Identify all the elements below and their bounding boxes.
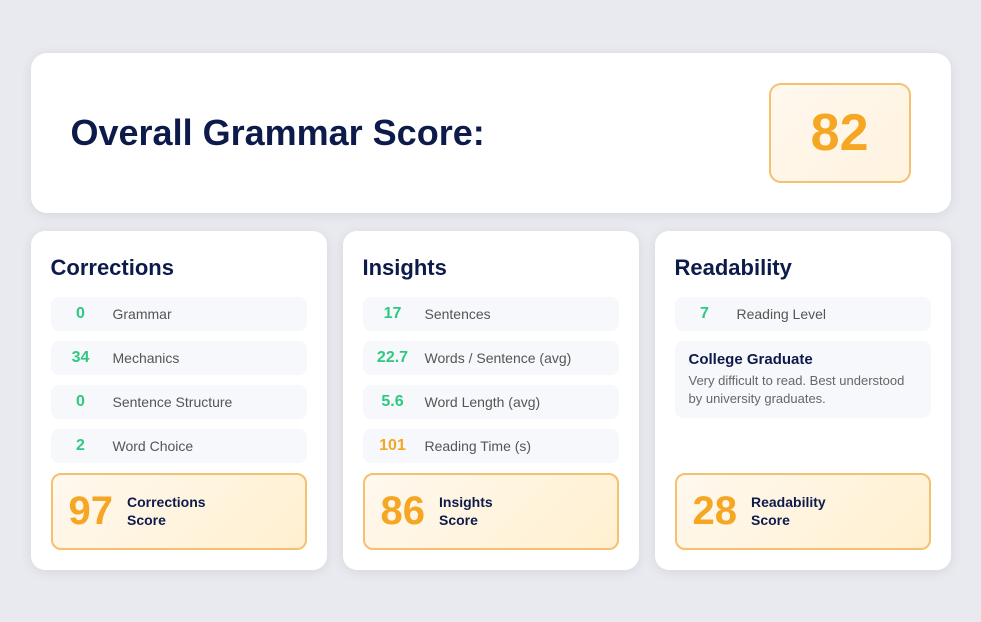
corrections-grammar-label: Grammar <box>113 306 172 322</box>
readability-college-desc: Very difficult to read. Best understood … <box>689 372 917 408</box>
columns-container: Corrections 0 Grammar 34 Mechanics 0 Sen… <box>31 231 951 570</box>
corrections-wordchoice-number: 2 <box>63 437 99 455</box>
corrections-score-footer: 97 Corrections Score <box>51 473 307 550</box>
insights-reading-time-number: 101 <box>375 437 411 455</box>
overall-score-card: Overall Grammar Score: 82 <box>31 53 951 213</box>
corrections-wordchoice-row: 2 Word Choice <box>51 429 307 463</box>
readability-level-number: 7 <box>687 305 723 323</box>
corrections-grammar-row: 0 Grammar <box>51 297 307 331</box>
insights-card: Insights 17 Sentences 22.7 Words / Sente… <box>343 231 639 570</box>
insights-words-per-sentence-label: Words / Sentence (avg) <box>425 350 572 366</box>
insights-word-length-number: 5.6 <box>375 393 411 411</box>
insights-word-length-label: Word Length (avg) <box>425 394 541 410</box>
insights-score-footer: 86 Insights Score <box>363 473 619 550</box>
corrections-title: Corrections <box>51 255 307 281</box>
readability-college-row: College Graduate Very difficult to read.… <box>675 341 931 418</box>
corrections-mechanics-row: 34 Mechanics <box>51 341 307 375</box>
readability-level-label: Reading Level <box>737 306 827 322</box>
corrections-grammar-number: 0 <box>63 305 99 323</box>
insights-word-length-row: 5.6 Word Length (avg) <box>363 385 619 419</box>
corrections-mechanics-number: 34 <box>63 349 99 367</box>
insights-sentences-row: 17 Sentences <box>363 297 619 331</box>
readability-score-value: 28 <box>693 489 738 534</box>
readability-card: Readability 7 Reading Level College Grad… <box>655 231 951 570</box>
overall-score-value: 82 <box>811 103 869 163</box>
corrections-score-label: Corrections Score <box>127 493 206 529</box>
corrections-mechanics-label: Mechanics <box>113 350 180 366</box>
corrections-sentence-number: 0 <box>63 393 99 411</box>
corrections-sentence-label: Sentence Structure <box>113 394 233 410</box>
readability-level-row: 7 Reading Level <box>675 297 931 331</box>
corrections-sentence-row: 0 Sentence Structure <box>51 385 307 419</box>
insights-score-value: 86 <box>381 489 426 534</box>
overall-grammar-title: Overall Grammar Score: <box>71 112 485 154</box>
readability-college-title: College Graduate <box>689 351 917 368</box>
insights-reading-time-row: 101 Reading Time (s) <box>363 429 619 463</box>
readability-score-footer: 28 Readability Score <box>675 473 931 550</box>
corrections-card: Corrections 0 Grammar 34 Mechanics 0 Sen… <box>31 231 327 570</box>
insights-reading-time-label: Reading Time (s) <box>425 438 532 454</box>
readability-score-label: Readability Score <box>751 493 826 529</box>
main-container: Overall Grammar Score: 82 Corrections 0 … <box>31 53 951 570</box>
overall-score-box: 82 <box>769 83 911 183</box>
readability-title: Readability <box>675 255 931 281</box>
corrections-wordchoice-label: Word Choice <box>113 438 194 454</box>
insights-words-per-sentence-row: 22.7 Words / Sentence (avg) <box>363 341 619 375</box>
insights-sentences-label: Sentences <box>425 306 491 322</box>
insights-title: Insights <box>363 255 619 281</box>
corrections-score-value: 97 <box>69 489 114 534</box>
insights-sentences-number: 17 <box>375 305 411 323</box>
insights-score-label: Insights Score <box>439 493 493 529</box>
insights-words-per-sentence-number: 22.7 <box>375 349 411 367</box>
